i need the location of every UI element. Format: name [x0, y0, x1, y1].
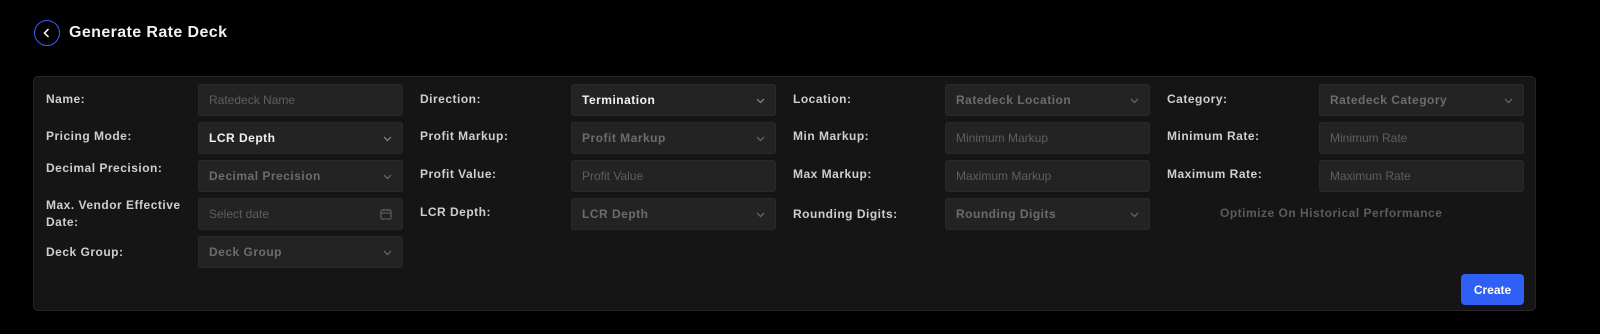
- create-button[interactable]: Create: [1461, 274, 1524, 305]
- profit-value-field[interactable]: [571, 160, 776, 192]
- rounding-digits-label: Rounding Digits:: [793, 207, 898, 221]
- name-input[interactable]: [209, 93, 392, 107]
- page-title: Generate Rate Deck: [69, 24, 228, 41]
- max-markup-field[interactable]: [945, 160, 1150, 192]
- chevron-down-icon: [1504, 98, 1513, 104]
- deck-group-select[interactable]: Deck Group: [198, 236, 403, 268]
- decimal-precision-label: Decimal Precision:: [46, 161, 163, 175]
- page-header: Generate Rate Deck: [34, 20, 227, 46]
- profit-value-label: Profit Value:: [420, 167, 497, 181]
- name-field[interactable]: [198, 84, 403, 116]
- direction-label: Direction:: [420, 92, 482, 106]
- rate-deck-form: Name: Pricing Mode: LCR Depth Decimal Pr…: [33, 76, 1536, 311]
- chevron-down-icon: [383, 136, 392, 142]
- max-vendor-date-label: Max. Vendor Effective Date:: [46, 198, 181, 229]
- chevron-left-icon: [43, 28, 50, 38]
- max-vendor-date-picker[interactable]: [198, 198, 403, 230]
- pricing-mode-value: LCR Depth: [209, 131, 276, 145]
- profit-markup-label: Profit Markup:: [420, 129, 509, 143]
- maximum-rate-input[interactable]: [1330, 169, 1513, 183]
- direction-select[interactable]: Termination: [571, 84, 776, 116]
- location-label: Location:: [793, 92, 852, 106]
- min-markup-field[interactable]: [945, 122, 1150, 154]
- lcr-depth-select[interactable]: LCR Depth: [571, 198, 776, 230]
- lcr-depth-label: LCR Depth:: [420, 205, 491, 219]
- minimum-rate-input[interactable]: [1330, 131, 1513, 145]
- pricing-mode-label: Pricing Mode:: [46, 129, 132, 143]
- optimize-checkbox[interactable]: [1200, 206, 1214, 220]
- category-label: Category:: [1167, 92, 1228, 106]
- deck-group-placeholder: Deck Group: [209, 245, 283, 259]
- calendar-icon: [380, 209, 392, 220]
- chevron-down-icon: [383, 250, 392, 256]
- name-label: Name:: [46, 92, 86, 106]
- profit-markup-select[interactable]: Profit Markup: [571, 122, 776, 154]
- category-select[interactable]: Ratedeck Category: [1319, 84, 1524, 116]
- location-placeholder: Ratedeck Location: [956, 93, 1072, 107]
- back-button[interactable]: [34, 20, 60, 46]
- chevron-down-icon: [756, 212, 765, 218]
- maximum-rate-label: Maximum Rate:: [1167, 167, 1263, 181]
- decimal-precision-placeholder: Decimal Precision: [209, 169, 321, 183]
- deck-group-label: Deck Group:: [46, 245, 124, 259]
- min-markup-input[interactable]: [956, 131, 1139, 145]
- chevron-down-icon: [1130, 212, 1139, 218]
- pricing-mode-select[interactable]: LCR Depth: [198, 122, 403, 154]
- location-select[interactable]: Ratedeck Location: [945, 84, 1150, 116]
- max-markup-input[interactable]: [956, 169, 1139, 183]
- max-vendor-date-input[interactable]: [209, 207, 392, 221]
- rounding-digits-placeholder: Rounding Digits: [956, 207, 1057, 221]
- minimum-rate-field[interactable]: [1319, 122, 1524, 154]
- chevron-down-icon: [383, 174, 392, 180]
- maximum-rate-field[interactable]: [1319, 160, 1524, 192]
- profit-value-input[interactable]: [582, 169, 765, 183]
- optimize-label: Optimize On Historical Performance: [1220, 206, 1443, 220]
- direction-value: Termination: [582, 93, 656, 107]
- category-placeholder: Ratedeck Category: [1330, 93, 1448, 107]
- chevron-down-icon: [756, 98, 765, 104]
- min-markup-label: Min Markup:: [793, 129, 870, 143]
- optimize-option[interactable]: Optimize On Historical Performance: [1200, 206, 1442, 220]
- profit-markup-placeholder: Profit Markup: [582, 131, 666, 145]
- chevron-down-icon: [756, 136, 765, 142]
- max-markup-label: Max Markup:: [793, 167, 872, 181]
- decimal-precision-select[interactable]: Decimal Precision: [198, 160, 403, 192]
- chevron-down-icon: [1130, 98, 1139, 104]
- minimum-rate-label: Minimum Rate:: [1167, 129, 1260, 143]
- lcr-depth-placeholder: LCR Depth: [582, 207, 649, 221]
- rounding-digits-select[interactable]: Rounding Digits: [945, 198, 1150, 230]
